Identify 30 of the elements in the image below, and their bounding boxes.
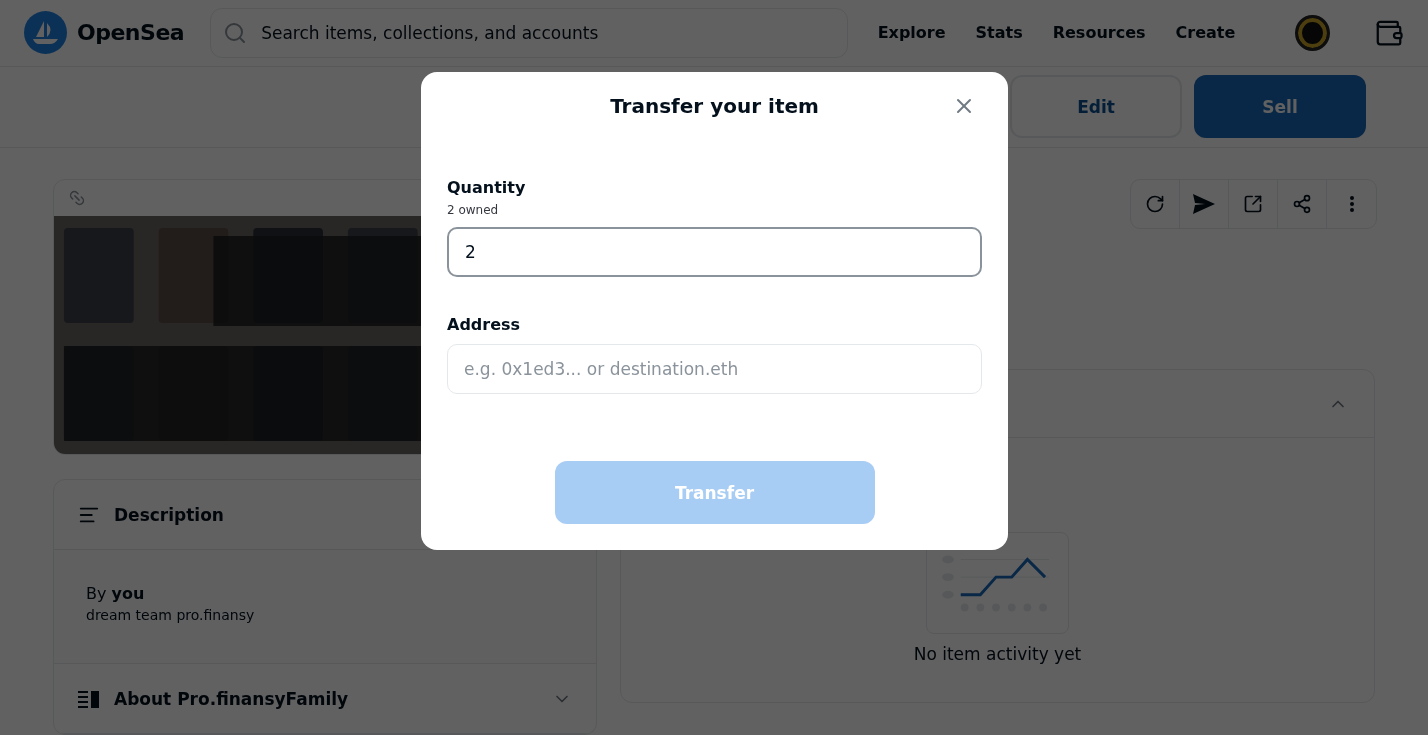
list-icon (78, 689, 100, 708)
byline: By you (86, 584, 146, 603)
refresh-icon (1145, 194, 1165, 214)
edit-button[interactable]: Edit (1010, 75, 1182, 139)
nav-link[interactable]: Explore (877, 23, 946, 43)
description-text: dream team pro.finansy (86, 607, 256, 623)
search-input[interactable]: Search items, collections, and accounts (259, 21, 835, 44)
nav-link[interactable]: Stats (975, 23, 1023, 43)
more-icon (1349, 196, 1354, 212)
empty-state-text: No item activity yet (913, 644, 1082, 664)
logo-icon[interactable] (24, 11, 67, 55)
section-title: About Pro.finansyFamily (114, 688, 350, 709)
search-field[interactable]: Search items, collections, and accounts (210, 7, 848, 58)
owned-count: 2 owned (447, 203, 500, 217)
quantity-field[interactable]: 2 (447, 227, 982, 277)
paper-plane-icon (1193, 194, 1215, 214)
logo-text[interactable]: OpenSea (77, 20, 185, 46)
field-label: Address (447, 315, 522, 334)
search-icon (223, 20, 248, 45)
nav-link[interactable]: Create (1175, 23, 1236, 43)
about-header[interactable]: About Pro.finansyFamily (54, 664, 596, 734)
sell-button[interactable]: Sell (1194, 75, 1366, 139)
field-label: Quantity (447, 178, 527, 197)
dialog-title: Transfer your item (610, 94, 819, 118)
address-field[interactable]: e.g. 0x1ed3... or destination.eth (447, 344, 982, 394)
nav-link[interactable]: Resources (1052, 23, 1146, 43)
avatar[interactable] (1295, 14, 1330, 51)
section-title: Description (114, 504, 225, 525)
share-icon (1292, 194, 1312, 214)
external-link-icon (1243, 194, 1263, 214)
